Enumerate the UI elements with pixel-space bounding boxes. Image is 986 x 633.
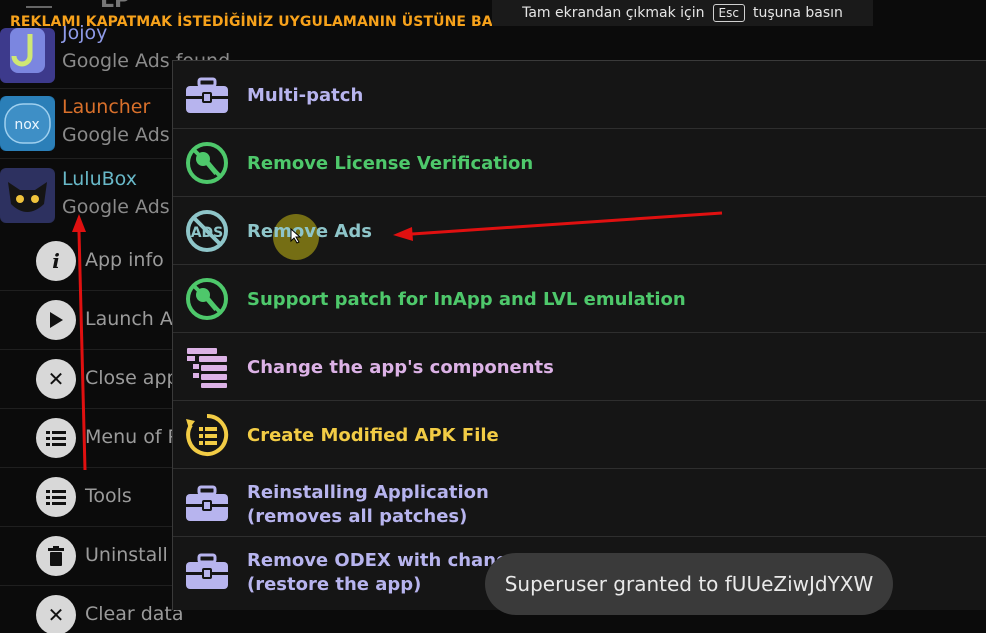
menu-label: Close app bbox=[85, 367, 179, 389]
app-name: Launcher bbox=[62, 96, 151, 118]
rebuild-apk-icon bbox=[186, 413, 229, 456]
mouse-pointer-icon bbox=[290, 228, 302, 244]
toolbox-icon bbox=[186, 553, 228, 589]
trash-icon bbox=[36, 536, 76, 576]
license-blocked-icon bbox=[186, 278, 228, 320]
menu-item-title: Reinstalling Application bbox=[247, 482, 489, 503]
menu-item-multi-patch[interactable]: Multi-patch bbox=[173, 61, 986, 129]
hamburger-menu-icon[interactable] bbox=[26, 0, 52, 8]
app-name: LuluBox bbox=[62, 168, 137, 190]
menu-label: Tools bbox=[85, 485, 132, 507]
app-status: Google Ads bbox=[62, 124, 170, 146]
menu-item-create-modified-apk[interactable]: Create Modified APK File bbox=[173, 401, 986, 469]
license-blocked-icon bbox=[186, 142, 228, 184]
fullscreen-exit-banner: Tam ekrandan çıkmak için Esc tuşuna bası… bbox=[492, 0, 873, 26]
toolbox-icon bbox=[186, 485, 228, 521]
svg-text:nox: nox bbox=[14, 117, 39, 133]
menu-item-support-patch-inapp-lvl[interactable]: Support patch for InApp and LVL emulatio… bbox=[173, 265, 986, 333]
menu-item-label: Support patch for InApp and LVL emulatio… bbox=[247, 289, 686, 310]
superuser-toast: Superuser granted to fUUeZiwJdYXW bbox=[485, 553, 893, 615]
menu-item-label: Create Modified APK File bbox=[247, 425, 499, 446]
menu-item-label: Reinstalling Application (removes all pa… bbox=[247, 481, 489, 529]
jojoy-app-icon bbox=[0, 28, 55, 83]
components-icon bbox=[187, 348, 227, 388]
menu-label: Menu of P bbox=[85, 426, 180, 448]
nox-launcher-icon: nox bbox=[0, 96, 55, 151]
menu-label: Launch Ap bbox=[85, 308, 185, 330]
esc-banner-before: Tam ekrandan çıkmak için bbox=[522, 5, 705, 21]
info-icon: i bbox=[36, 241, 76, 281]
menu-item-label: Change the app's components bbox=[247, 357, 554, 378]
menu-item-label: Remove Ads bbox=[247, 221, 372, 242]
close-icon: ✕ bbox=[36, 359, 76, 399]
menu-item-remove-license-verification[interactable]: Remove License Verification bbox=[173, 129, 986, 197]
menu-label: App info bbox=[85, 249, 164, 271]
esc-banner-after: tuşuna basın bbox=[752, 5, 843, 21]
menu-item-change-components[interactable]: Change the app's components bbox=[173, 333, 986, 401]
ads-blocked-icon: ADS bbox=[186, 210, 228, 252]
patch-menu-dialog: Multi-patch Remove License Verification … bbox=[172, 60, 986, 610]
menu-item-label: Remove License Verification bbox=[247, 153, 534, 174]
menu-item-subtitle: (removes all patches) bbox=[247, 506, 468, 527]
toolbox-icon bbox=[186, 77, 228, 113]
play-icon bbox=[36, 300, 76, 340]
menu-item-reinstall-application[interactable]: Reinstalling Application (removes all pa… bbox=[173, 469, 986, 537]
app-status: Google Ads bbox=[62, 196, 170, 218]
esc-key-badge: Esc bbox=[712, 4, 745, 22]
menu-label: Clear data bbox=[85, 603, 184, 625]
close-icon: ✕ bbox=[36, 595, 76, 633]
list-icon bbox=[36, 418, 76, 458]
app-header-title: LP bbox=[100, 0, 131, 13]
list-icon bbox=[36, 477, 76, 517]
lulubox-app-icon bbox=[0, 168, 55, 223]
menu-item-label: Multi-patch bbox=[247, 85, 364, 106]
